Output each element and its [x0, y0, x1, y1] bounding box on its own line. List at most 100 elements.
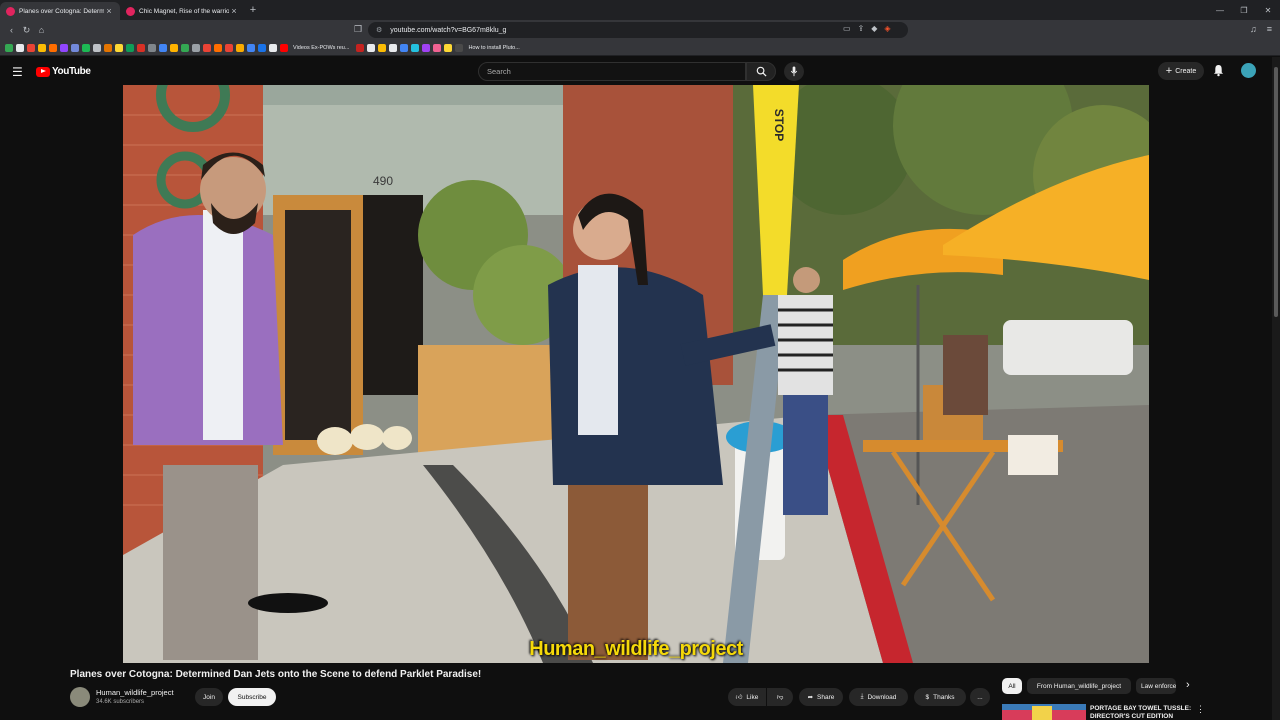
bookmark-favicon-icon[interactable]	[247, 43, 255, 52]
voice-search-button[interactable]	[784, 62, 804, 81]
bookmark-favicon-icon[interactable]	[16, 43, 24, 52]
share-button[interactable]: ➦ Share	[799, 688, 843, 706]
bookmark-favicon-icon[interactable]	[181, 43, 189, 52]
close-tab-icon[interactable]: ×	[229, 6, 239, 16]
chip-law-enforcement[interactable]: Law enforcement	[1136, 678, 1176, 694]
next-video-menu-icon[interactable]: ⋮	[1196, 704, 1205, 715]
bookmark-icon[interactable]: ❒	[354, 24, 362, 35]
bookmark-favicon-icon[interactable]	[93, 43, 101, 52]
bookmark-favicon-icon[interactable]	[71, 43, 79, 52]
channel-avatar[interactable]	[70, 687, 90, 707]
like-button[interactable]: 👍︎ Like	[728, 688, 766, 706]
back-icon[interactable]: ‹	[4, 25, 19, 35]
next-video-thumbnail[interactable]	[1002, 704, 1086, 720]
video-title: Planes over Cotogna: Determined Dan Jets…	[70, 669, 482, 680]
bookmark-favicon-icon[interactable]	[203, 43, 211, 52]
video-player[interactable]: 490 STOP Human_wildlife_project	[123, 85, 1149, 663]
bookmark-favicon-icon[interactable]	[378, 43, 387, 52]
chip-all[interactable]: All	[1002, 678, 1022, 694]
bookmark-favicon-icon[interactable]	[5, 43, 13, 52]
address-bar[interactable]: ⚙ youtube.com/watch?v=BG67m8klu_g	[368, 22, 908, 38]
bookmark-favicon-icon[interactable]	[115, 43, 123, 52]
download-label: Download	[867, 693, 897, 701]
chevron-right-icon[interactable]: ›	[1186, 679, 1190, 691]
shields-icon[interactable]: ◈	[884, 24, 890, 33]
thanks-label: Thanks	[933, 693, 955, 701]
bookmark-favicon-icon[interactable]	[455, 43, 464, 52]
bookmark-favicon-icon[interactable]	[433, 43, 442, 52]
restore-icon[interactable]: ❐	[1232, 0, 1256, 20]
bookmark-favicon-icon[interactable]	[27, 43, 35, 52]
bookmark-favicon-icon[interactable]	[225, 43, 233, 52]
new-tab-button[interactable]: +	[245, 4, 261, 16]
bookmark-favicon-icon[interactable]	[126, 43, 134, 52]
more-label: ...	[977, 693, 983, 701]
channel-name[interactable]: Human_wildlife_project	[96, 688, 174, 697]
tab-title: Planes over Cotogna: Determ	[19, 7, 104, 15]
bookmark-favicon-icon[interactable]	[258, 43, 266, 52]
bookmark-favicon-icon[interactable]	[170, 43, 178, 52]
page-scrollbar[interactable]	[1272, 57, 1280, 720]
account-avatar[interactable]	[1241, 63, 1256, 78]
bookmark-label[interactable]: Videos Ex-POWs reu...	[293, 45, 349, 51]
bookmark-favicon-icon[interactable]	[444, 43, 453, 52]
bookmark-favicon-icon[interactable]	[269, 43, 277, 52]
share-icon[interactable]: ⇪	[858, 24, 865, 33]
minimize-icon[interactable]: —	[1208, 0, 1232, 20]
bookmark-label[interactable]: How to install Pluto...	[468, 45, 519, 51]
next-video-title[interactable]: PORTAGE BAY TOWEL TUSSLE: DIRECTOR'S CUT…	[1090, 705, 1192, 720]
more-actions-button[interactable]: ...	[970, 688, 990, 706]
bookmark-favicon-icon[interactable]	[192, 43, 200, 52]
address-bar-actions: ▭ ⇪ ◆ ◈	[843, 24, 891, 33]
menu-icon[interactable]: ≡	[1267, 24, 1272, 34]
close-tab-icon[interactable]: ×	[104, 6, 114, 16]
bookmark-favicon-icon[interactable]	[137, 43, 145, 52]
install-icon[interactable]: ▭	[843, 24, 851, 33]
bookmark-favicon-icon[interactable]	[389, 43, 398, 52]
notifications-bell-icon[interactable]	[1213, 64, 1224, 77]
thanks-button[interactable]: $ Thanks	[914, 688, 966, 706]
media-icon[interactable]: ♫	[1250, 24, 1257, 34]
close-window-icon[interactable]: ✕	[1256, 0, 1280, 20]
site-info-icon[interactable]: ⚙	[376, 26, 382, 34]
bookmark-favicon-icon[interactable]	[82, 43, 90, 52]
bookmark-favicon-icon[interactable]	[236, 43, 244, 52]
bookmark-favicon-icon[interactable]	[60, 43, 68, 52]
create-label: Create	[1175, 67, 1197, 75]
join-button[interactable]: Join	[195, 688, 223, 706]
video-caption: Human_wildlife_project	[529, 638, 743, 660]
download-icon: ⤓	[860, 693, 864, 700]
youtube-logo-text: YouTube	[52, 66, 91, 77]
search-button[interactable]	[746, 62, 776, 81]
home-icon[interactable]: ⌂	[34, 25, 49, 35]
bookmark-favicon-icon[interactable]	[356, 43, 365, 52]
bookmark-favicon-icon[interactable]	[104, 43, 112, 52]
youtube-logo[interactable]: YouTube	[36, 66, 91, 77]
bookmark-favicon-icon[interactable]	[49, 43, 57, 52]
reload-icon[interactable]: ↻	[19, 25, 34, 36]
bookmark-favicon-icon[interactable]	[159, 43, 167, 52]
search-icon	[756, 66, 767, 77]
create-button[interactable]: + Create	[1158, 62, 1204, 80]
microphone-icon	[790, 66, 798, 77]
dislike-button[interactable]: 👎︎	[767, 688, 793, 706]
share-label: Share	[817, 693, 835, 701]
bookmark-favicon-icon[interactable]	[214, 43, 222, 52]
bookmark-favicon-icon[interactable]	[411, 43, 420, 52]
browser-tab[interactable]: Chic Magnet, Rise of the warrior wor ×	[120, 2, 245, 20]
bookmark-favicon-icon[interactable]	[367, 43, 376, 52]
chip-from-channel[interactable]: From Human_wildlife_project	[1027, 678, 1131, 694]
bookmark-favicon-icon[interactable]	[148, 43, 156, 52]
subscribe-button[interactable]: Subscribe	[228, 688, 276, 706]
search-input[interactable]: Search	[478, 62, 746, 81]
hamburger-menu-icon[interactable]: ☰	[12, 65, 23, 79]
bookmark-favicon-icon[interactable]	[400, 43, 409, 52]
download-button[interactable]: ⤓ Download	[849, 688, 908, 706]
extension-icon[interactable]: ◆	[871, 24, 877, 33]
bookmark-favicon-icon[interactable]	[38, 43, 46, 52]
bookmark-favicon-icon[interactable]	[422, 43, 431, 52]
scrollbar-thumb[interactable]	[1274, 67, 1278, 317]
bookmark-favicon-icon[interactable]	[280, 43, 288, 52]
browser-tab-active[interactable]: Planes over Cotogna: Determ ×	[0, 2, 120, 20]
stop-text: STOP	[772, 109, 786, 141]
